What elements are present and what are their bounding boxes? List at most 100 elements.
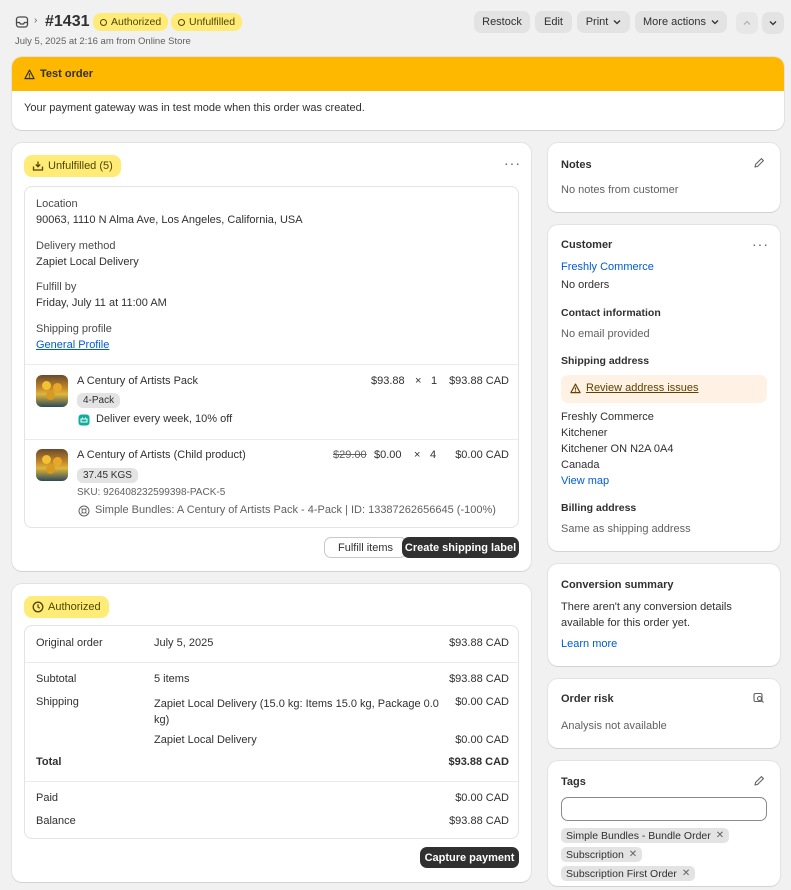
- review-address-banner[interactable]: Review address issues: [561, 375, 767, 403]
- review-address-link[interactable]: Review address issues: [586, 382, 699, 394]
- order-risk-card: Order risk Analysis not available: [548, 679, 780, 748]
- remove-tag-icon[interactable]: ✕: [629, 849, 637, 860]
- shipping-amount: $0.00 CAD: [455, 734, 509, 746]
- view-map-link[interactable]: View map: [561, 475, 609, 487]
- banner-title: Test order: [40, 68, 93, 80]
- total-amount: $93.88 CAD: [448, 756, 509, 768]
- address-line: Kitchener: [561, 427, 608, 439]
- total-label: Total: [36, 756, 62, 768]
- fulfill-items-button[interactable]: Fulfill items: [324, 537, 407, 558]
- line-item-times: ×: [415, 375, 422, 387]
- conversion-title: Conversion summary: [561, 579, 674, 591]
- remove-tag-icon[interactable]: ✕: [716, 830, 724, 841]
- page-title: #1431: [45, 13, 90, 30]
- bundle-icon: [78, 505, 90, 517]
- product-thumbnail[interactable]: [36, 449, 68, 481]
- previous-order-button[interactable]: [736, 12, 758, 34]
- divider: [25, 439, 518, 440]
- payment-details: Original order July 5, 2025 $93.88 CAD S…: [24, 625, 519, 839]
- subtotal-items: 5 items: [154, 673, 190, 685]
- subtotal-label: Subtotal: [36, 673, 77, 685]
- customer-name-link[interactable]: Freshly Commerce: [561, 261, 654, 273]
- conversion-summary-card: Conversion summary There aren't any conv…: [548, 564, 780, 666]
- tag-chip[interactable]: Simple Bundles - Bundle Order ✕: [561, 828, 730, 843]
- chevron-up-icon: [743, 20, 751, 25]
- circle-dot-icon: [178, 18, 185, 26]
- shipping-label: Shipping: [36, 696, 79, 708]
- delivery-method-value: Zapiet Local Delivery: [36, 256, 139, 268]
- address-line: Kitchener ON N2A 0A4: [561, 443, 674, 455]
- fulfillment-card: Unfulfilled (5) ··· Location 90063, 1110…: [12, 143, 531, 571]
- fulfillment-icon: [32, 161, 44, 171]
- location-label: Location: [36, 198, 78, 210]
- address-line: Freshly Commerce: [561, 411, 654, 423]
- line-item-total: $93.88 CAD: [449, 375, 509, 387]
- shipping-profile-link[interactable]: General Profile: [36, 339, 109, 351]
- chevron-down-icon: [711, 20, 719, 25]
- customer-card: Customer ··· Freshly Commerce No orders …: [548, 225, 780, 551]
- warning-icon: [24, 69, 35, 80]
- product-thumbnail[interactable]: [36, 375, 68, 407]
- subscription-icon: [78, 414, 90, 426]
- customer-title: Customer: [561, 239, 613, 251]
- shipping-profile-label: Shipping profile: [36, 323, 112, 335]
- edit-button[interactable]: Edit: [535, 11, 572, 33]
- contact-value: No email provided: [561, 328, 650, 340]
- more-actions-button[interactable]: More actions: [635, 11, 727, 33]
- notes-card: Notes No notes from customer: [548, 143, 780, 212]
- notes-title: Notes: [561, 159, 592, 171]
- banner-header: [12, 57, 784, 91]
- payment-card: Authorized Original order July 5, 2025 $…: [12, 584, 531, 882]
- test-order-banner: Test order Your payment gateway was in t…: [12, 57, 784, 130]
- bundle-text: Simple Bundles: A Century of Artists Pac…: [95, 504, 496, 516]
- balance-amount: $93.88 CAD: [449, 815, 509, 827]
- line-item-name[interactable]: A Century of Artists Pack: [77, 375, 198, 387]
- edit-notes-icon[interactable]: [753, 157, 765, 169]
- conversion-text: There aren't any conversion details avai…: [561, 601, 732, 629]
- original-order-amount: $93.88 CAD: [449, 637, 509, 649]
- orders-icon[interactable]: [15, 15, 29, 29]
- location-value: 90063, 1110 N Alma Ave, Los Angeles, Cal…: [36, 214, 303, 226]
- notes-text: No notes from customer: [561, 184, 679, 196]
- next-order-button[interactable]: [762, 12, 784, 34]
- line-item-times: ×: [414, 449, 421, 461]
- balance-label: Balance: [36, 815, 76, 827]
- divider: [25, 364, 518, 365]
- status-badge-authorized: Authorized: [93, 13, 169, 31]
- edit-tags-icon[interactable]: [753, 775, 765, 787]
- line-item-original-price: $29.00: [333, 449, 367, 461]
- original-order-label: Original order: [36, 637, 103, 649]
- breadcrumb-chevron-icon: ›: [34, 15, 38, 26]
- subtotal-amount: $93.88 CAD: [449, 673, 509, 685]
- shipping-description: Zapiet Local Delivery (15.0 kg: Items 15…: [154, 698, 439, 726]
- fulfillment-details: Location 90063, 1110 N Alma Ave, Los Ang…: [24, 186, 519, 528]
- create-shipping-label-button[interactable]: Create shipping label: [402, 537, 519, 558]
- fulfillment-more-icon[interactable]: ···: [504, 155, 521, 171]
- billing-address-value: Same as shipping address: [561, 523, 691, 535]
- capture-payment-button[interactable]: Capture payment: [420, 847, 519, 868]
- divider: [25, 662, 518, 663]
- order-risk-text: Analysis not available: [561, 720, 667, 732]
- line-item-name[interactable]: A Century of Artists (Child product): [77, 449, 246, 461]
- customer-more-icon[interactable]: ···: [752, 236, 769, 252]
- fulfill-by-label: Fulfill by: [36, 281, 77, 293]
- learn-more-link[interactable]: Learn more: [561, 638, 617, 650]
- paid-amount: $0.00 CAD: [455, 792, 509, 804]
- shipping-description: Zapiet Local Delivery: [154, 734, 257, 746]
- risk-search-icon[interactable]: [753, 692, 765, 704]
- tag-chip[interactable]: Subscription First Order ✕: [561, 866, 696, 881]
- line-item-price: $93.88: [371, 375, 405, 387]
- tags-card: Tags Simple Bundles - Bundle Order ✕ Subs…: [548, 761, 780, 886]
- shipping-address-title: Shipping address: [561, 355, 650, 367]
- chevron-down-icon: [613, 20, 621, 25]
- warning-icon: [570, 383, 581, 394]
- print-button[interactable]: Print: [577, 11, 630, 33]
- tags-input[interactable]: [561, 797, 767, 821]
- chevron-down-icon: [769, 21, 777, 26]
- contact-title: Contact information: [561, 307, 661, 319]
- authorized-badge: Authorized: [24, 596, 109, 618]
- address-line: Canada: [561, 459, 600, 471]
- remove-tag-icon[interactable]: ✕: [682, 868, 690, 879]
- restock-button[interactable]: Restock: [474, 11, 530, 33]
- tag-chip[interactable]: Subscription ✕: [561, 847, 643, 862]
